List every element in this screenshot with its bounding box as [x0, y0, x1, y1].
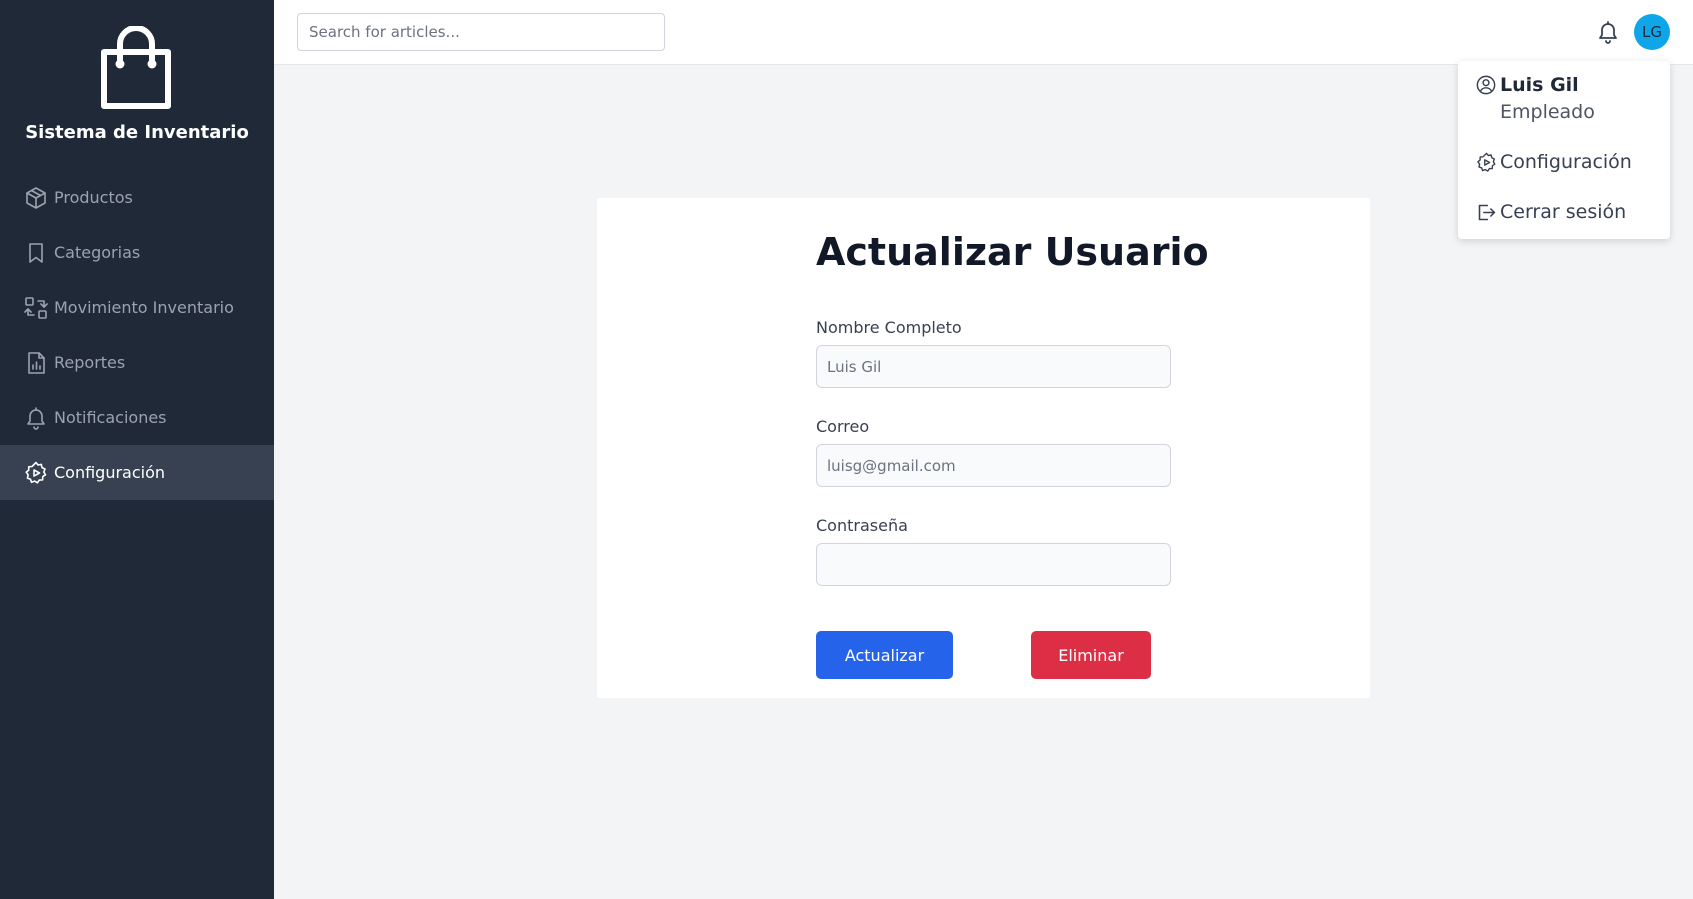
full-name-input[interactable] [816, 345, 1171, 388]
email-label: Correo [816, 417, 870, 436]
cube-icon [24, 186, 48, 210]
sidebar-item-label: Reportes [54, 353, 126, 372]
bell-icon [24, 406, 48, 430]
settings-label: Configuración [1500, 151, 1632, 173]
gear-icon [24, 461, 48, 485]
logout-icon [1476, 201, 1498, 223]
page-title: Actualizar Usuario [816, 230, 1209, 274]
user-menu-profile[interactable]: Luis Gil [1476, 74, 1579, 96]
sidebar: Sistema de Inventario Productos Categori… [0, 0, 274, 899]
sidebar-item-label: Configuración [54, 463, 166, 482]
sidebar-item-categorias[interactable]: Categorias [0, 225, 274, 280]
notifications-bell-icon[interactable] [1594, 18, 1622, 46]
shopping-bag-icon [101, 26, 171, 109]
avatar[interactable]: LG [1634, 14, 1670, 50]
email-input[interactable] [816, 444, 1171, 487]
sidebar-item-movimiento-inventario[interactable]: Movimiento Inventario [0, 280, 274, 335]
update-user-card: Actualizar Usuario Nombre Completo Corre… [597, 198, 1370, 698]
bookmark-icon [24, 241, 48, 265]
top-bar: LG [274, 0, 1693, 65]
sidebar-item-reportes[interactable]: Reportes [0, 335, 274, 390]
gear-icon [1476, 151, 1498, 173]
logout-label: Cerrar sesión [1500, 201, 1627, 223]
password-input[interactable] [816, 543, 1171, 586]
password-label: Contraseña [816, 516, 908, 535]
user-menu-dropdown: Luis Gil Empleado Configuración Cerrar s… [1458, 61, 1670, 239]
sidebar-item-notificaciones[interactable]: Notificaciones [0, 390, 274, 445]
sidebar-item-productos[interactable]: Productos [0, 170, 274, 225]
app-title: Sistema de Inventario [25, 122, 249, 143]
user-menu-settings[interactable]: Configuración [1476, 151, 1632, 173]
name-label: Nombre Completo [816, 318, 962, 337]
swap-icon [24, 296, 48, 320]
search-input[interactable] [297, 13, 665, 51]
sidebar-item-configuracion[interactable]: Configuración [0, 445, 274, 500]
sidebar-item-label: Notificaciones [54, 408, 167, 427]
sidebar-item-label: Productos [54, 188, 133, 207]
user-menu-logout[interactable]: Cerrar sesión [1476, 201, 1626, 223]
sidebar-item-label: Categorias [54, 243, 141, 262]
delete-button[interactable]: Eliminar [1031, 631, 1151, 679]
user-circle-icon [1476, 74, 1498, 96]
user-role: Empleado [1500, 101, 1595, 123]
update-button[interactable]: Actualizar [816, 631, 953, 679]
sidebar-nav: Productos Categorias Movimiento Inventar… [0, 170, 274, 500]
sidebar-item-label: Movimiento Inventario [54, 298, 234, 317]
user-name: Luis Gil [1500, 74, 1579, 96]
report-icon [24, 351, 48, 375]
brand: Sistema de Inventario [0, 0, 274, 170]
